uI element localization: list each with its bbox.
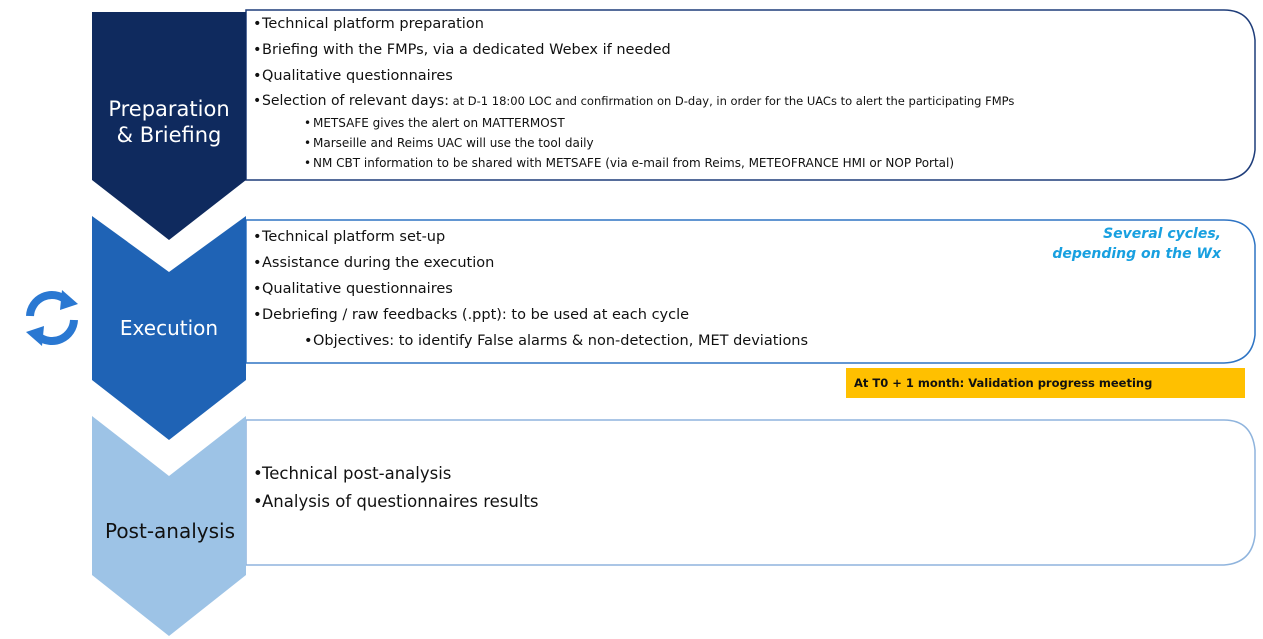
bullet-item: Analysis of questionnaires results bbox=[253, 488, 538, 516]
cycles-note-line2: depending on the Wx bbox=[1052, 246, 1221, 262]
bullet-item: Technical platform set-up bbox=[253, 224, 808, 250]
execution-stage-label: Execution bbox=[94, 316, 244, 341]
bullet-item: Selection of relevant days: at D-1 18:00… bbox=[253, 89, 1014, 113]
bullet-item: Debriefing / raw feedbacks (.ppt): to be… bbox=[253, 302, 808, 328]
bullet-item: Qualitative questionnaires bbox=[253, 276, 808, 302]
post-analysis-label: Post-analysis bbox=[104, 519, 236, 543]
cycles-note-line1: Several cycles, bbox=[1103, 226, 1221, 242]
execution-bullets: Technical platform set-up Assistance dur… bbox=[253, 224, 808, 354]
preparation-bullets: Technical platform preparation Briefing … bbox=[253, 11, 1014, 173]
refresh-cycle-icon bbox=[26, 290, 78, 346]
cycles-note: Several cycles, depending on the Wx bbox=[1052, 224, 1221, 264]
milestone-banner: At T0 + 1 month: Validation progress mee… bbox=[846, 368, 1245, 398]
sub-bullet-item: Objectives: to identify False alarms & n… bbox=[304, 328, 808, 354]
post-analysis-bullets: Technical post-analysis Analysis of ques… bbox=[253, 460, 539, 516]
execution-label: Execution bbox=[119, 316, 219, 340]
sub-bullet-item: NM CBT information to be shared with MET… bbox=[304, 153, 1014, 173]
bullet-item: Technical post-analysis bbox=[253, 460, 539, 488]
bullet-item: Assistance during the execution bbox=[253, 250, 808, 276]
bullet-item: Technical platform preparation bbox=[253, 11, 1014, 37]
sub-bullet-item: METSAFE gives the alert on MATTERMOST bbox=[304, 113, 1014, 133]
preparation-stage-label: Preparation & Briefing bbox=[94, 96, 244, 149]
preparation-label-line2: & Briefing bbox=[116, 123, 222, 148]
preparation-label-line1: Preparation bbox=[108, 97, 230, 121]
sub-bullet-item: Marseille and Reims UAC will use the too… bbox=[304, 133, 1014, 153]
bullet-item: Briefing with the FMPs, via a dedicated … bbox=[253, 37, 1014, 63]
post-analysis-stage-label: Post-analysis bbox=[92, 519, 248, 544]
bullet-item: Qualitative questionnaires bbox=[253, 63, 1014, 89]
